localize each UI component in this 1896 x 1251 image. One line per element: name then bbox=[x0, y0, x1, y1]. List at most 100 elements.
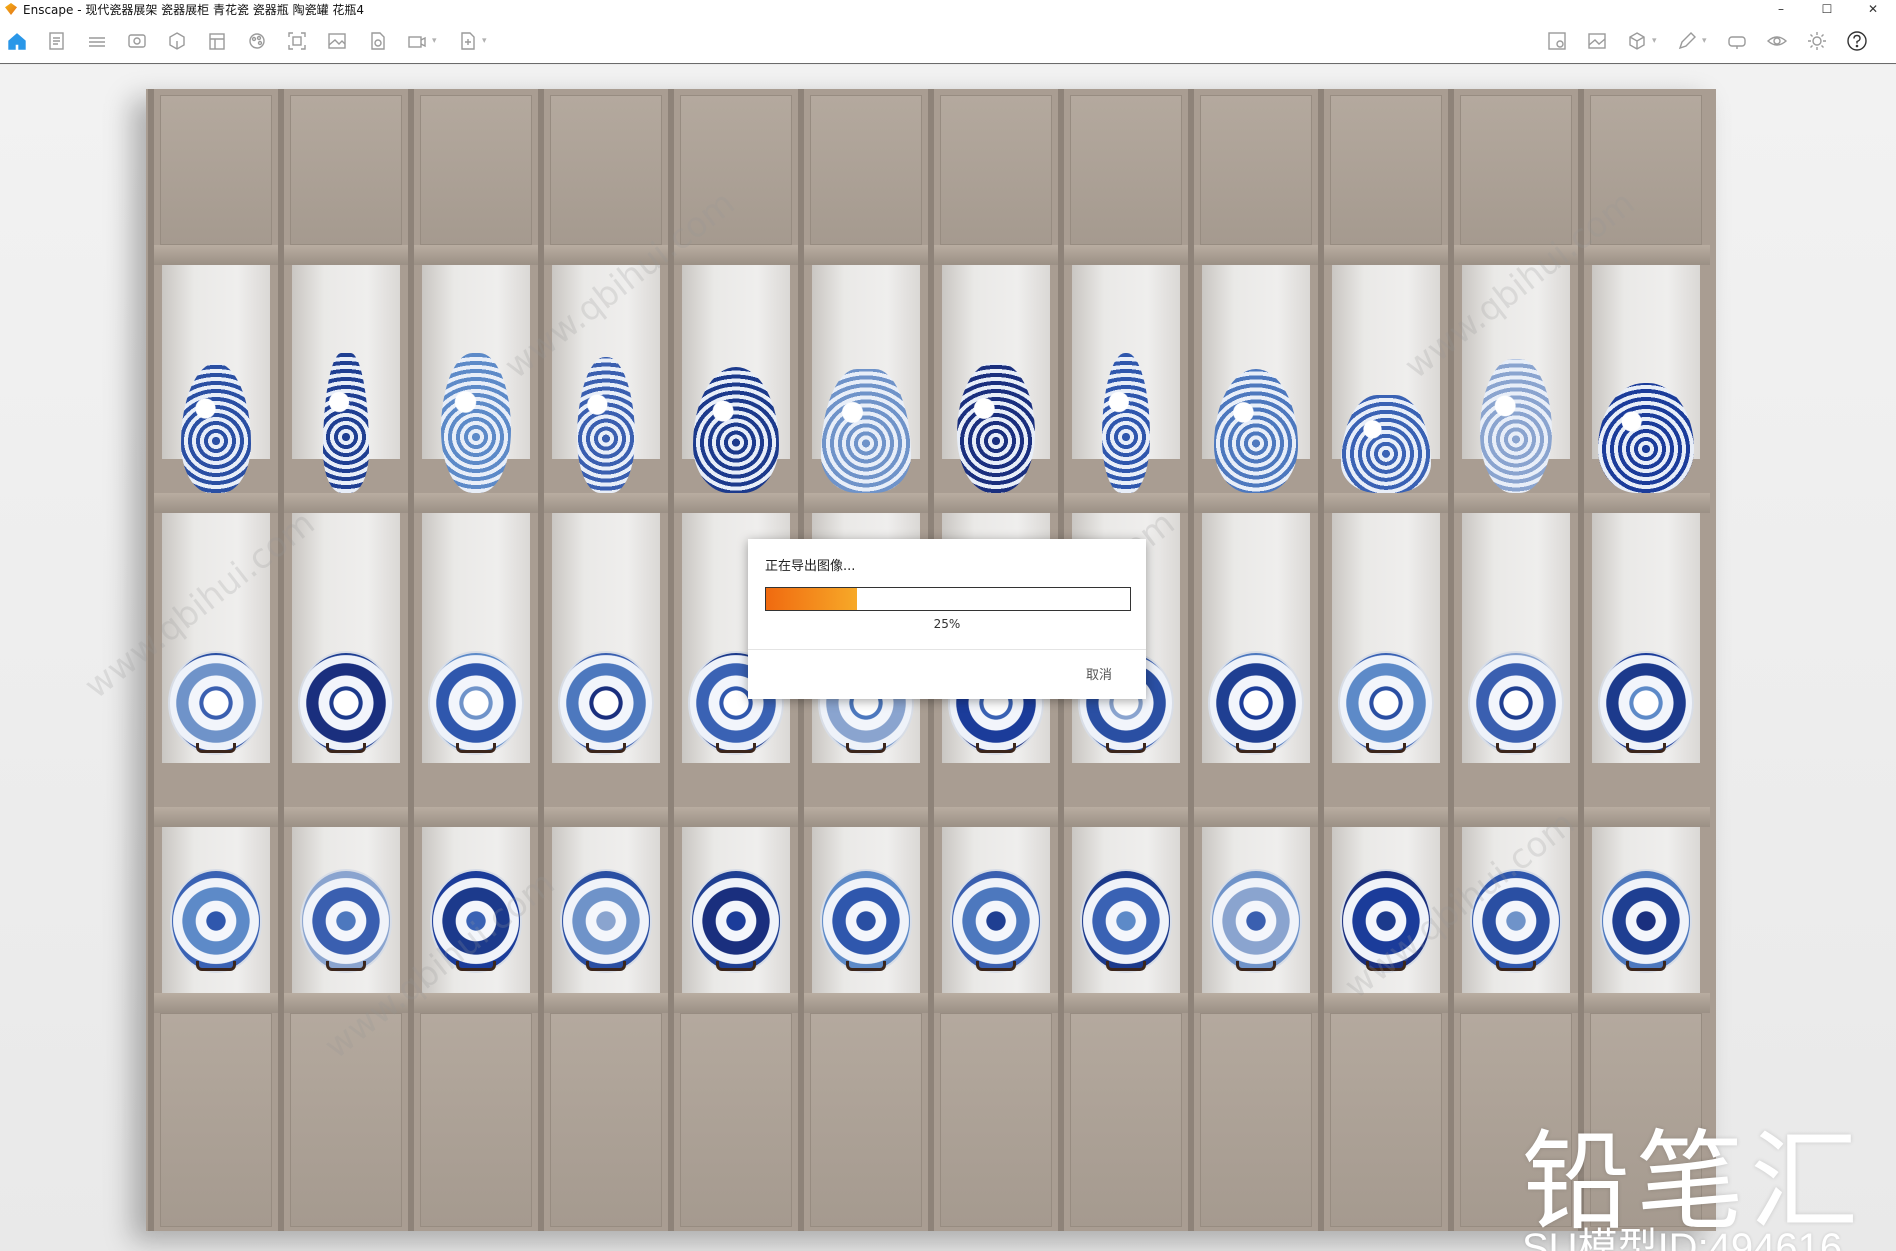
documents-icon[interactable] bbox=[44, 28, 70, 54]
porcelain-plate bbox=[1470, 869, 1562, 973]
shelf-board bbox=[542, 245, 670, 265]
cancel-button[interactable]: 取消 bbox=[1086, 664, 1112, 683]
close-button[interactable]: ✕ bbox=[1850, 0, 1896, 18]
cabinet-column bbox=[412, 89, 540, 1231]
upper-cabinet-door bbox=[550, 95, 662, 245]
pen-icon[interactable] bbox=[1674, 28, 1700, 54]
plate-stand bbox=[1106, 961, 1146, 971]
porcelain-vase bbox=[1341, 395, 1431, 493]
upper-cabinet-door bbox=[1590, 95, 1702, 245]
cabinet-column bbox=[1192, 89, 1320, 1231]
plate-stand bbox=[846, 743, 886, 753]
bim-icon[interactable] bbox=[84, 28, 110, 54]
shelf-board bbox=[152, 493, 280, 513]
minimize-button[interactable]: – bbox=[1758, 0, 1804, 18]
atmosphere-icon[interactable] bbox=[244, 28, 270, 54]
porcelain-plate bbox=[430, 869, 522, 973]
batch-render-icon[interactable] bbox=[364, 28, 390, 54]
image-settings-icon[interactable] bbox=[1584, 28, 1610, 54]
window-title: Enscape - 现代瓷器展架 瓷器展柜 青花瓷 瓷器瓶 陶瓷罐 花瓶4 bbox=[23, 2, 365, 17]
lower-cabinet-door bbox=[160, 1013, 272, 1227]
plate-stand bbox=[196, 961, 236, 971]
lower-cabinet-door bbox=[940, 1013, 1052, 1227]
shelf-board bbox=[1062, 993, 1190, 1013]
cabinet-divider bbox=[1188, 89, 1194, 1231]
shelf-board bbox=[1452, 993, 1580, 1013]
porcelain-vase bbox=[441, 353, 511, 493]
shelf-board bbox=[932, 245, 1060, 265]
video-icon[interactable] bbox=[404, 28, 430, 54]
cabinet-column bbox=[152, 89, 280, 1231]
lower-cabinet-door bbox=[810, 1013, 922, 1227]
capture-icon[interactable] bbox=[284, 28, 310, 54]
shelf-board bbox=[932, 807, 1060, 827]
shelf-board bbox=[802, 493, 930, 513]
upper-cabinet-door bbox=[940, 95, 1052, 245]
cabinet-divider bbox=[1448, 89, 1454, 1231]
porcelain-plate bbox=[1468, 651, 1564, 755]
porcelain-vase bbox=[957, 363, 1035, 493]
help-icon[interactable] bbox=[1844, 28, 1870, 54]
shelf-board bbox=[542, 807, 670, 827]
progress-percent: 25% bbox=[933, 617, 961, 631]
plate-stand bbox=[1366, 961, 1406, 971]
porcelain-plate bbox=[1600, 869, 1692, 973]
shelf-board bbox=[1582, 493, 1710, 513]
view-icon[interactable] bbox=[124, 28, 150, 54]
cabinet-divider bbox=[538, 89, 544, 1231]
upper-cabinet-door bbox=[290, 95, 402, 245]
porcelain-plate bbox=[820, 869, 912, 973]
cabinet-column bbox=[1452, 89, 1580, 1231]
video-dropdown-icon[interactable]: ▾ bbox=[432, 28, 440, 54]
plate-stand bbox=[586, 961, 626, 971]
shelf-board bbox=[672, 993, 800, 1013]
upper-cabinet-door bbox=[420, 95, 532, 245]
window-controls: – ☐ ✕ bbox=[1758, 0, 1896, 18]
plate-stand bbox=[976, 743, 1016, 753]
export-dropdown-icon[interactable]: ▾ bbox=[482, 28, 490, 54]
cabinet-column bbox=[542, 89, 670, 1231]
shelf-board bbox=[932, 993, 1060, 1013]
porcelain-vase bbox=[1480, 359, 1552, 493]
cabinet-divider bbox=[278, 89, 284, 1231]
export-icon[interactable] bbox=[454, 28, 480, 54]
shelf-board bbox=[412, 493, 540, 513]
cabinet-divider bbox=[148, 89, 154, 1231]
cabinet-divider bbox=[1578, 89, 1584, 1231]
home-icon[interactable] bbox=[4, 28, 30, 54]
cube-dropdown-icon[interactable]: ▾ bbox=[1652, 28, 1660, 54]
plate-stand bbox=[1626, 743, 1666, 753]
plate-stand bbox=[196, 743, 236, 753]
asset-library-icon[interactable] bbox=[164, 28, 190, 54]
materials-icon[interactable] bbox=[204, 28, 230, 54]
plate-stand bbox=[326, 961, 366, 971]
shelf-board bbox=[1452, 245, 1580, 265]
maximize-button[interactable]: ☐ bbox=[1804, 0, 1850, 18]
porcelain-plate bbox=[428, 651, 524, 755]
shelf-board bbox=[1452, 807, 1580, 827]
plate-stand bbox=[846, 961, 886, 971]
shelf-board bbox=[1062, 807, 1190, 827]
plate-stand bbox=[326, 743, 366, 753]
cube-icon[interactable] bbox=[1624, 28, 1650, 54]
visual-settings-icon[interactable] bbox=[1764, 28, 1790, 54]
toolbar-left-group: ▾ ▾ bbox=[4, 28, 490, 54]
screenshot-icon[interactable] bbox=[324, 28, 350, 54]
upper-cabinet-door bbox=[680, 95, 792, 245]
pen-dropdown-icon[interactable]: ▾ bbox=[1702, 28, 1710, 54]
upper-cabinet-door bbox=[160, 95, 272, 245]
enscape-logo-icon bbox=[5, 3, 17, 15]
porcelain-plate bbox=[1210, 869, 1302, 973]
shelf-board bbox=[542, 493, 670, 513]
render-settings-icon[interactable] bbox=[1544, 28, 1570, 54]
shelf-board bbox=[672, 245, 800, 265]
porcelain-plate bbox=[1340, 869, 1432, 973]
shelf-board bbox=[1192, 993, 1320, 1013]
shelf-board bbox=[1192, 807, 1320, 827]
settings-gear-icon[interactable] bbox=[1804, 28, 1830, 54]
shelf-board bbox=[1192, 493, 1320, 513]
cabinet-column bbox=[1322, 89, 1450, 1231]
vr-headset-icon[interactable] bbox=[1724, 28, 1750, 54]
export-progress-bar bbox=[765, 587, 1131, 611]
lower-cabinet-door bbox=[1200, 1013, 1312, 1227]
